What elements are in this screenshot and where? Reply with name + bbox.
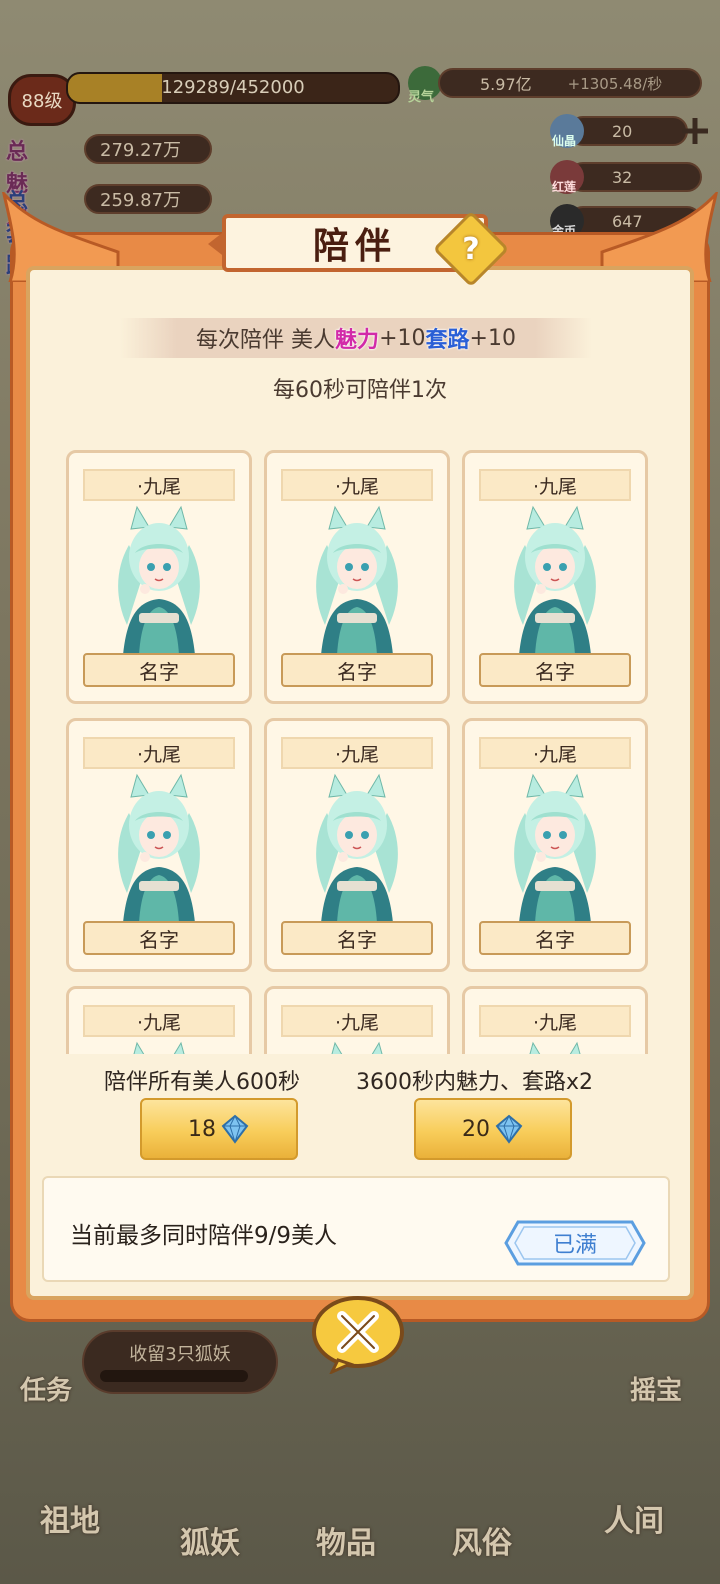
beauty-name-label: 名字 [281,653,433,687]
xp-bar: 129289/452000 [66,72,400,104]
add-resource-button[interactable] [678,114,712,148]
fox-beauty-portrait [281,505,433,655]
fox-beauty-portrait [83,505,235,655]
quest-progress-bar [100,1370,248,1382]
beauty-type-label: ·九尾 [281,737,433,769]
resource-1-label: 仙晶 [552,134,577,148]
beauty-card-grid: ·九尾 名字 ·九尾 名字 ·九尾 名字 ·九尾 名字 ·九尾 名字 ·九尾 名… [40,440,680,1054]
nav-fox-demons[interactable]: 狐妖 [180,1518,240,1562]
beauty-card[interactable]: ·九尾 名字 [264,986,450,1054]
cost-value: 20 [462,1116,490,1142]
modal-title: 陪伴 [312,225,397,267]
beauty-name-label: 名字 [83,653,235,687]
beauty-name-label: 名字 [479,653,631,687]
crystal-icon [495,1114,523,1144]
beauty-card[interactable]: ·九尾 名字 [264,450,450,704]
nav-ancestral-land[interactable]: 祖地 [40,1496,100,1540]
nav-customs[interactable]: 风俗 [452,1518,512,1562]
route-bonus: +10 [469,325,516,351]
beauty-card[interactable]: ·九尾 名字 [264,718,450,972]
resource-2-value: 32 [568,162,702,192]
beauty-type-label: ·九尾 [479,1005,631,1037]
resource-row-1: 20 仙晶 [548,114,718,150]
quest-text: 收留3只狐妖 [129,1344,231,1365]
beauty-type-label: ·九尾 [83,1005,235,1037]
beauty-type-label: ·九尾 [281,469,433,501]
offer-double-text: 3600秒内魅力、套路x2 [356,1070,594,1095]
shake-treasure-button[interactable]: 摇宝 [630,1370,682,1407]
offer-all-text: 陪伴所有美人600秒 [104,1070,300,1095]
beauty-card[interactable]: ·九尾 名字 [66,718,252,972]
task-button[interactable]: 任务 [20,1370,72,1407]
charm-bonus: +10 [379,325,426,351]
charm-tag: 魅力 [335,328,380,353]
fox-beauty-portrait [281,773,433,923]
beauty-name-label: 名字 [479,921,631,955]
fox-beauty-portrait [479,1041,631,1054]
cost-value: 18 [188,1116,216,1142]
route-tag: 套路 [425,328,470,353]
resource-2-label: 红莲 [552,180,577,194]
beauty-card[interactable]: ·九尾 名字 [462,986,648,1054]
capacity-full-button[interactable]: 已满 [504,1218,646,1268]
beauty-card[interactable]: ·九尾 名字 [462,450,648,704]
beauty-type-label: ·九尾 [479,469,631,501]
fox-beauty-portrait [83,773,235,923]
buy-double-boost-button[interactable]: 20 [414,1098,572,1160]
total-charm-value: 279.27万 [84,134,212,164]
beauty-name-label: 名字 [83,921,235,955]
beauty-type-label: ·九尾 [479,737,631,769]
fox-beauty-portrait [479,773,631,923]
beauty-name-label: 名字 [281,921,433,955]
aura-label: 灵气 [408,90,435,105]
resource-row-2: 32 红莲 [548,160,708,196]
aura-resource: 5.97亿 +1305.48/秒 灵气 [408,66,704,106]
xp-text: 129289/452000 [161,77,305,98]
beauty-type-label: ·九尾 [83,469,235,501]
buy-companion-all-button[interactable]: 18 [140,1098,298,1160]
bonus-prefix: 每次陪伴 美人 [196,328,336,353]
close-button[interactable] [310,1294,406,1374]
nav-human-world[interactable]: 人间 [604,1496,664,1540]
beauty-card[interactable]: ·九尾 名字 [462,718,648,972]
fox-beauty-portrait [479,505,631,655]
aura-rate: +1305.48/秒 [567,74,663,93]
beauty-type-label: ·九尾 [281,1005,433,1037]
beauty-type-label: ·九尾 [83,737,235,769]
aura-value: 5.97亿 [480,75,532,94]
companion-bonus-info: 每次陪伴 美人 魅力 +10 套路 +10 [120,318,592,358]
fox-beauty-portrait [281,1041,433,1054]
fox-beauty-portrait [83,1041,235,1054]
beauty-card[interactable]: ·九尾 名字 [66,450,252,704]
crystal-icon [221,1114,249,1144]
resource-1-value: 20 [568,116,688,146]
capacity-text: 当前最多同时陪伴9/9美人 [70,1223,338,1249]
beauty-card[interactable]: ·九尾 名字 [66,986,252,1054]
help-icon[interactable]: ? [444,222,498,276]
nav-items[interactable]: 物品 [316,1518,376,1562]
cooldown-text: 每60秒可陪伴1次 [273,378,447,403]
